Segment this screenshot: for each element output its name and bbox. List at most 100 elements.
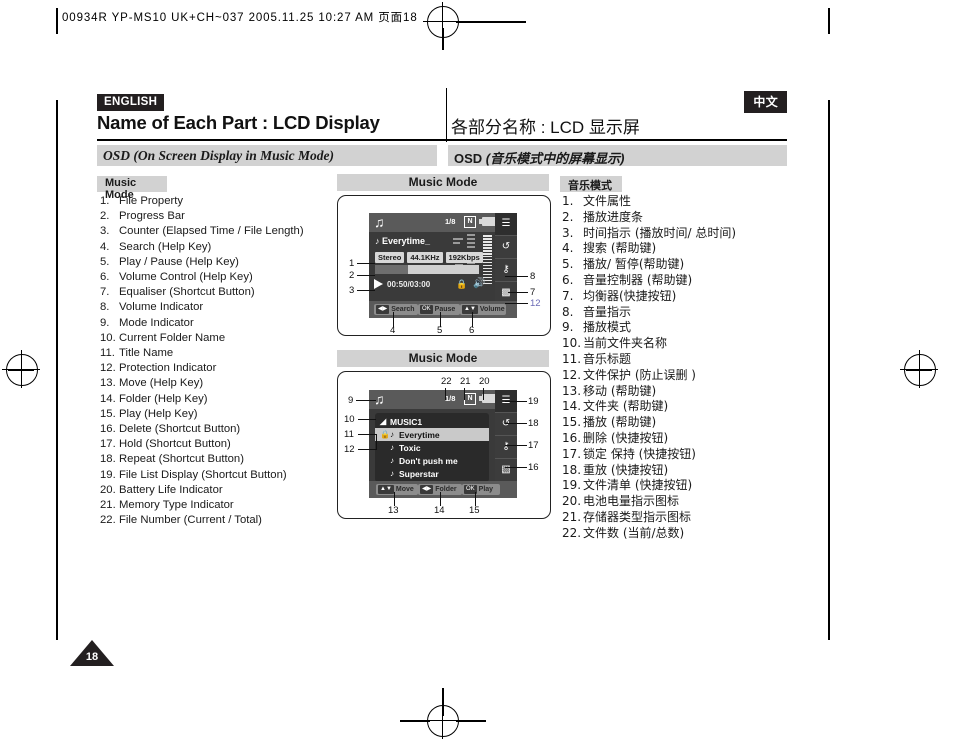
- list-item-number: 10.: [100, 331, 116, 344]
- play-icon: [374, 279, 383, 289]
- note-icon: ♪: [390, 469, 394, 478]
- repeat-icon[interactable]: ↺: [495, 236, 517, 259]
- list-item-label: 均衡器(快捷按钮): [583, 288, 677, 303]
- list-item: 22. File Number (Current / Total): [100, 513, 340, 528]
- list-item[interactable]: ♪ Don't push me: [375, 454, 489, 467]
- help-key-pause[interactable]: OK Pause: [418, 304, 460, 315]
- list-item: 21. Memory Type Indicator: [100, 498, 340, 513]
- file-name: Everytime: [399, 429, 440, 440]
- figure-1-title-text: Music Mode: [408, 175, 478, 189]
- leader-line: [505, 276, 528, 278]
- callout-18: 18: [528, 418, 539, 429]
- list-item-label: 当前文件夹名称: [583, 336, 668, 351]
- list-item: 11. Title Name: [100, 346, 340, 361]
- callout-19: 19: [528, 396, 539, 407]
- list-item-number: 6.: [100, 271, 110, 284]
- list-item-number: 5.: [100, 255, 110, 268]
- list-item-label: Volume Indicator: [119, 301, 204, 314]
- note-icon: ♪: [390, 456, 394, 465]
- list-item-number: 5.: [562, 257, 574, 272]
- list-item-number: 3.: [562, 225, 574, 240]
- figure-2-title-text: Music Mode: [408, 351, 478, 365]
- list-item-number: 2.: [562, 209, 574, 224]
- callout-6: 6: [469, 325, 475, 336]
- list-item: 10. 当前文件夹名称: [562, 336, 792, 352]
- list-item: 14. Folder (Help Key): [100, 392, 340, 407]
- progress-bar[interactable]: [375, 265, 479, 274]
- leader-line: [445, 388, 447, 400]
- list-item-label: 文件属性: [583, 194, 632, 208]
- list-english: 1. File Property 2. Progress Bar 3. Counter…: [100, 194, 340, 528]
- list-item[interactable]: ♪ Toxic: [375, 441, 489, 454]
- callout-3: 3: [349, 285, 355, 296]
- help-key-play[interactable]: OK Play: [462, 484, 500, 495]
- folder-row[interactable]: ◢ MUSIC1: [375, 415, 489, 428]
- protection-lock-icon: 🔒: [456, 279, 468, 289]
- callout-12-playback: 12: [530, 298, 541, 309]
- progress-bar-fill: [375, 265, 409, 274]
- list-item: 1. File Property: [100, 194, 340, 209]
- list-icon[interactable]: ☰: [495, 213, 517, 236]
- list-item-label: Current Folder Name: [119, 331, 226, 344]
- list-item: 3. Counter (Elapsed Time / File Length): [100, 224, 340, 239]
- list-item-label: 音乐标题: [583, 351, 632, 366]
- file-name: Toxic: [399, 442, 421, 453]
- track-title-text: Everytime_: [382, 236, 431, 246]
- list-item-number: 7.: [562, 288, 574, 303]
- leader-line: [357, 290, 375, 292]
- list-item-number: 13.: [100, 377, 116, 390]
- list-item-number: 17.: [562, 446, 582, 461]
- hold-icon[interactable]: ⚷: [495, 259, 517, 282]
- file-property-chips: Stereo 44.1KHz 192Kbps: [375, 252, 483, 263]
- list-item-label: 文件数 (当前/总数): [583, 525, 685, 540]
- list-item-label: Progress Bar: [119, 210, 185, 223]
- list-item-number: 11.: [562, 351, 582, 366]
- list-item: 1. 文件属性: [562, 194, 792, 210]
- list-item-label: 锁定 保持 (快捷按钮): [583, 446, 696, 461]
- delete-icon[interactable]: ▧: [495, 459, 517, 482]
- repeat-icon[interactable]: ↺: [495, 413, 517, 436]
- list-item: 8. Volume Indicator: [100, 300, 340, 315]
- list-item[interactable]: ♪ Superstar: [375, 467, 489, 480]
- list-item-label: Hold (Shortcut Button): [119, 438, 231, 451]
- section-band-english: OSD (On Screen Display in Music Mode): [97, 145, 437, 166]
- list-item-number: 12.: [562, 367, 582, 382]
- list-item-label: File Property: [119, 195, 184, 207]
- help-key-label: Volume: [479, 306, 505, 313]
- note-icon: ♪: [390, 430, 394, 439]
- help-key-move[interactable]: ▲▼ Move: [376, 484, 418, 495]
- list-item: 2. 播放进度条: [562, 210, 792, 226]
- leader-line: [358, 419, 376, 421]
- list-item-label: Move (Help Key): [119, 377, 204, 390]
- callout-15: 15: [469, 505, 480, 516]
- page-title-chinese: 各部分名称 : LCD 显示屏: [451, 118, 640, 137]
- page-number-text: 18: [85, 651, 99, 663]
- music-note-icon: ♫: [374, 391, 385, 407]
- help-key-volume[interactable]: ▲▼ Volume: [460, 304, 506, 315]
- list-item: 22. 文件数 (当前/总数): [562, 526, 792, 542]
- list-item: 9. 播放模式: [562, 320, 792, 336]
- list-item: 13. Move (Help Key): [100, 376, 340, 391]
- callout-11: 11: [344, 429, 354, 440]
- list-item-label: 搜索 (帮助键): [583, 241, 657, 256]
- list-item: 5. Play / Pause (Help Key): [100, 255, 340, 270]
- memory-type-icon: N: [464, 216, 476, 228]
- help-key-search[interactable]: ◀▶ Search: [374, 304, 418, 315]
- list-item: 21. 存储器类型指示图标: [562, 510, 792, 526]
- hold-icon[interactable]: ⚷: [495, 436, 517, 459]
- list-item: 12. 文件保护 (防止误删 ): [562, 368, 792, 384]
- lcd-filelist-screen: ♫ 1/8 N ☰ ↺ ⚷ ▧ ◢ MUSIC1 🔒 ♪ Everytime: [369, 390, 517, 498]
- leader-line: [505, 467, 527, 469]
- list-item-number: 21.: [100, 499, 116, 512]
- list-item-label: 移动 (帮助键): [583, 383, 657, 398]
- list-item[interactable]: 🔒 ♪ Everytime: [375, 428, 489, 441]
- list-item: 11. 音乐标题: [562, 352, 792, 368]
- callout-8: 8: [530, 271, 536, 282]
- leader-line: [464, 388, 466, 400]
- leader-line: [358, 434, 376, 436]
- list-item: 4. Search (Help Key): [100, 240, 340, 255]
- file-name: Don't push me: [399, 455, 458, 466]
- list-chinese: 1. 文件属性 2. 播放进度条 3. 时间指示 (播放时间/ 总时间) 4. 搜索 (…: [562, 194, 792, 542]
- leader-line: [508, 292, 528, 294]
- list-item-label: 存储器类型指示图标: [583, 509, 692, 524]
